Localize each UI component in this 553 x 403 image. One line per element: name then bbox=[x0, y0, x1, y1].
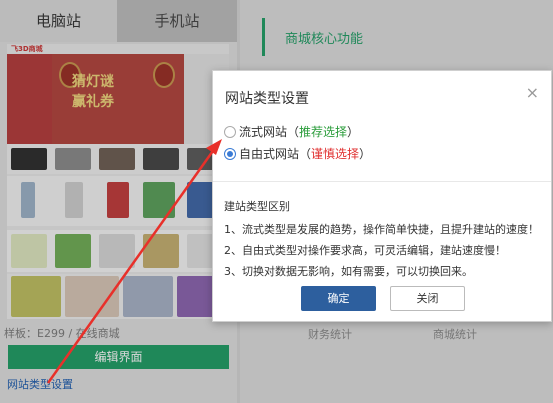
info-line: 3、切换对数据无影响，如有需要，可以切换回来。 bbox=[224, 265, 473, 278]
option-free-site[interactable]: 自由式网站 （ 谨慎选择 ） bbox=[224, 145, 371, 162]
dialog-title: 网站类型设置 bbox=[225, 91, 309, 107]
option-fluid-site[interactable]: 流式网站 （ 推荐选择 ） bbox=[224, 123, 359, 140]
dialog-divider bbox=[213, 181, 551, 182]
info-heading: 建站类型区别 bbox=[224, 200, 290, 213]
option-paren: （ bbox=[287, 125, 300, 139]
option-paren: （ bbox=[299, 147, 312, 161]
radio-free[interactable] bbox=[224, 147, 236, 160]
option-note-caution: 谨慎选择 bbox=[311, 147, 360, 161]
close-button[interactable]: 关闭 bbox=[390, 286, 465, 311]
info-line: 1、流式类型是发展的趋势，操作简单快捷，且提升建站的速度！ bbox=[224, 223, 539, 236]
option-label: 自由式网站 bbox=[239, 147, 300, 161]
info-line: 2、自由式类型对操作要求高，可灵活编辑，建站速度慢！ bbox=[224, 244, 506, 257]
radio-fluid[interactable] bbox=[224, 125, 236, 138]
option-paren: ） bbox=[347, 125, 360, 139]
option-label: 流式网站 bbox=[239, 125, 288, 139]
confirm-button[interactable]: 确定 bbox=[301, 286, 376, 311]
option-paren: ） bbox=[359, 147, 372, 161]
site-type-dialog: 网站类型设置 × 流式网站 （ 推荐选择 ） 自由式网站 （ 谨慎选择 ） 建站… bbox=[212, 70, 552, 322]
close-icon[interactable]: × bbox=[526, 85, 539, 101]
option-note-recommend: 推荐选择 bbox=[299, 125, 348, 139]
